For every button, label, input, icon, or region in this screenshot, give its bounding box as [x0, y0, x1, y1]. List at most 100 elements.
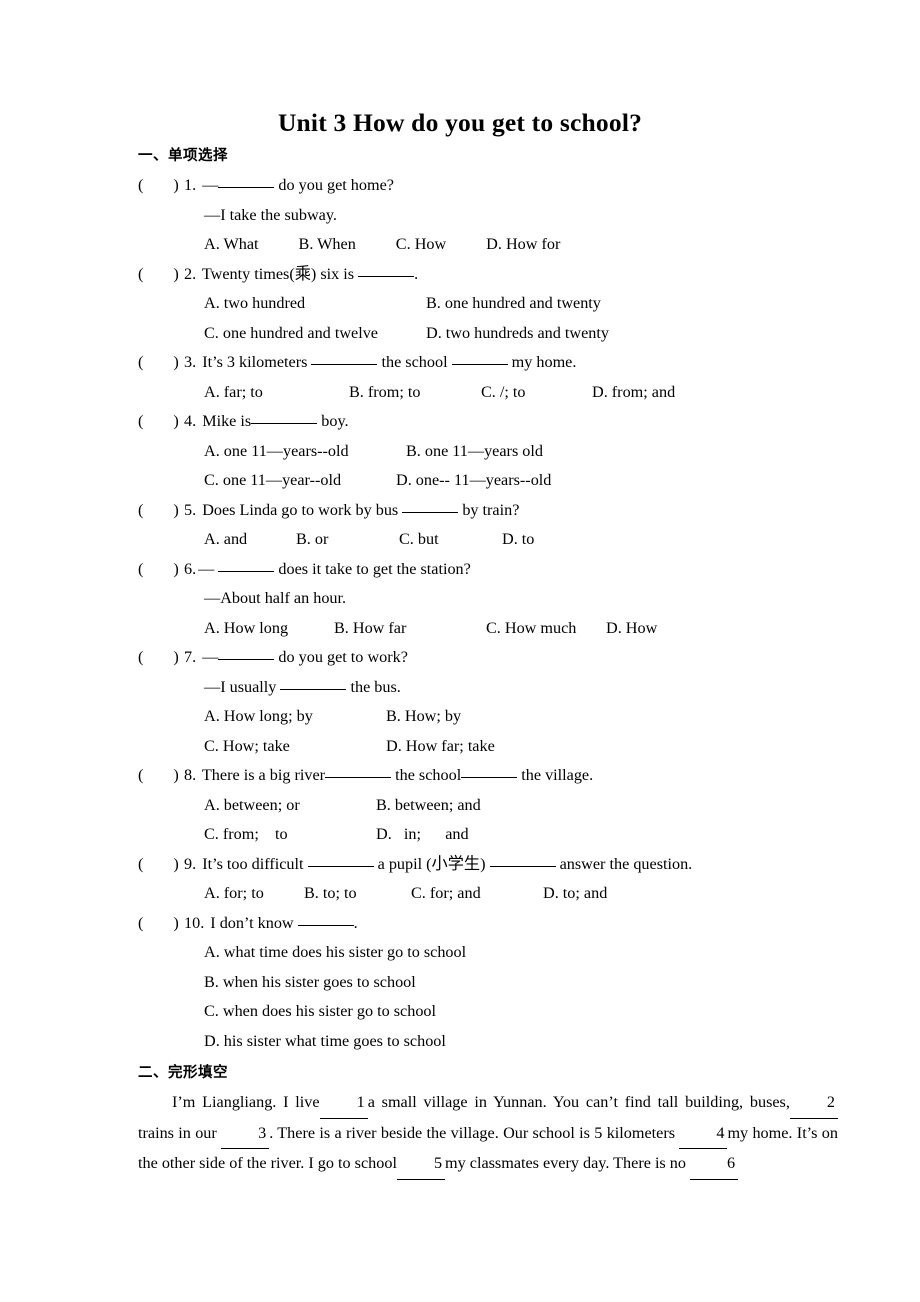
stem-suffix: .	[414, 264, 419, 283]
option-d[interactable]: D. two hundreds and twenty	[426, 319, 609, 349]
option-d[interactable]: D. in; and	[376, 820, 469, 850]
fill-blank[interactable]	[489, 853, 556, 867]
answer-bracket[interactable]: ()	[138, 496, 184, 526]
question-number: 6.	[184, 559, 197, 578]
fill-blank[interactable]	[280, 676, 347, 690]
question-9-options: A. for; to B. to; to C. for; and D. to; and	[138, 879, 838, 909]
answer-bracket[interactable]: ()	[138, 555, 184, 585]
option-c[interactable]: C. for; and	[411, 879, 543, 909]
answer-bracket[interactable]: ()	[138, 643, 184, 673]
fill-blank[interactable]	[218, 646, 275, 660]
option-b[interactable]: B. How far	[334, 614, 486, 644]
option-d[interactable]: D. How far; take	[386, 732, 495, 762]
fill-blank[interactable]	[461, 764, 518, 778]
stem-prefix: Twenty times(乘) six is	[201, 264, 359, 283]
fill-blank[interactable]	[307, 853, 374, 867]
question-9: () 9. It’s too difficult a pupil (小学生) an…	[138, 850, 838, 909]
option-d[interactable]: D. How for	[486, 230, 560, 260]
option-b[interactable]: B. when his sister goes to school	[204, 968, 416, 998]
cloze-blank-1[interactable]: 1	[319, 1088, 368, 1119]
option-d[interactable]: D. to	[502, 525, 534, 555]
option-b[interactable]: B. between; and	[376, 791, 481, 821]
section-heading-multiple-choice: 一、单项选择	[138, 148, 228, 164]
question-7-stem: () 7. — do you get to work?	[138, 643, 838, 673]
option-b[interactable]: B. one 11—years old	[406, 437, 543, 467]
option-d[interactable]: D. to; and	[543, 879, 607, 909]
fill-blank[interactable]	[311, 351, 378, 365]
option-a[interactable]: A. one 11—years--old	[204, 437, 406, 467]
cloze-blank-5[interactable]: 5	[396, 1149, 446, 1180]
question-7-options-row1: A. How long; by B. How; by	[138, 702, 838, 732]
fill-blank[interactable]	[402, 499, 459, 513]
option-a[interactable]: A. and	[204, 525, 296, 555]
option-a[interactable]: A. between; or	[204, 791, 376, 821]
option-a[interactable]: A. What	[204, 230, 259, 260]
question-7: () 7. — do you get to work? —I usually th…	[138, 643, 838, 761]
answer-bracket[interactable]: ()	[138, 909, 184, 939]
question-number: 1.	[184, 176, 197, 194]
question-10-option-c: C. when does his sister go to school	[138, 997, 838, 1027]
option-a[interactable]: A. what time does his sister go to schoo…	[204, 938, 466, 968]
option-c[interactable]: C. when does his sister go to school	[204, 997, 436, 1027]
question-6-reply: —About half an hour.	[138, 584, 838, 614]
question-3-options: A. far; to B. from; to C. /; to D. from; an…	[138, 378, 838, 408]
question-10-option-b: B. when his sister goes to school	[138, 968, 838, 998]
option-c[interactable]: C. How	[396, 230, 446, 260]
fill-blank[interactable]	[218, 558, 275, 572]
stem-part-2: by train?	[458, 500, 520, 519]
cloze-blank-6[interactable]: 6	[690, 1149, 739, 1180]
option-d[interactable]: D. one-- 11—years--old	[396, 466, 551, 496]
reply-text: —About half an hour.	[204, 589, 347, 607]
answer-bracket[interactable]: ()	[138, 260, 184, 290]
question-5-stem: () 5. Does Linda go to work by bus by tra…	[138, 496, 838, 526]
stem-part-1: There is a big river	[201, 766, 326, 784]
fill-blank[interactable]	[218, 174, 275, 188]
question-3-stem: () 3. It’s 3 kilometers the school my hom…	[138, 348, 838, 378]
fill-blank[interactable]	[325, 764, 392, 778]
stem-prefix: —	[202, 648, 219, 666]
fill-blank[interactable]	[297, 912, 354, 926]
passage-segment: I’m Liangliang. I live	[172, 1093, 320, 1111]
option-d[interactable]: D. his sister what time goes to school	[204, 1027, 446, 1057]
option-d[interactable]: D. from; and	[592, 378, 675, 408]
stem-part-1: It’s 3 kilometers	[202, 353, 312, 371]
option-a[interactable]: A. two hundred	[204, 289, 426, 319]
option-c[interactable]: C. but	[399, 525, 502, 555]
question-10-option-a: A. what time does his sister go to schoo…	[138, 938, 838, 968]
option-c[interactable]: C. How much	[486, 614, 606, 644]
option-a[interactable]: A. far; to	[204, 378, 349, 408]
option-a[interactable]: A. How long	[204, 614, 334, 644]
answer-bracket[interactable]: ()	[138, 407, 184, 437]
option-c[interactable]: C. from; to	[204, 820, 376, 850]
option-c[interactable]: C. /; to	[481, 378, 592, 408]
option-c[interactable]: C. one hundred and twelve	[204, 319, 426, 349]
option-d[interactable]: D. How	[606, 614, 657, 644]
option-b[interactable]: B. or	[296, 525, 399, 555]
stem-part-2: boy.	[317, 412, 349, 430]
option-b[interactable]: B. from; to	[349, 378, 481, 408]
option-a[interactable]: A. for; to	[204, 879, 304, 909]
answer-bracket[interactable]: ()	[138, 850, 184, 880]
question-number: 10.	[184, 913, 205, 932]
question-4-stem: () 4. Mike is boy.	[138, 407, 838, 437]
option-c[interactable]: C. one 11—year--old	[204, 466, 396, 496]
option-a[interactable]: A. How long; by	[204, 702, 386, 732]
cloze-blank-2[interactable]: 2	[789, 1088, 838, 1119]
cloze-paragraph: I’m Liangliang. I live 1 a small village i…	[138, 1088, 838, 1180]
answer-bracket[interactable]: ()	[138, 761, 184, 791]
answer-bracket[interactable]: ()	[138, 348, 184, 378]
option-b[interactable]: B. to; to	[304, 879, 411, 909]
question-3: () 3. It’s 3 kilometers the school my hom…	[138, 348, 838, 407]
option-c[interactable]: C. How; take	[204, 732, 386, 762]
fill-blank[interactable]	[251, 410, 318, 424]
cloze-blank-4[interactable]: 4	[679, 1119, 728, 1149]
option-b[interactable]: B. When	[299, 230, 356, 260]
cloze-blank-3[interactable]: 3	[221, 1119, 270, 1149]
reply-text: —I take the subway.	[204, 205, 337, 224]
stem-part-1: I don’t know	[210, 913, 298, 932]
fill-blank[interactable]	[451, 351, 508, 365]
option-b[interactable]: B. How; by	[386, 702, 461, 732]
option-b[interactable]: B. one hundred and twenty	[426, 289, 601, 319]
answer-bracket[interactable]: ()	[138, 171, 184, 201]
fill-blank[interactable]	[358, 263, 415, 277]
